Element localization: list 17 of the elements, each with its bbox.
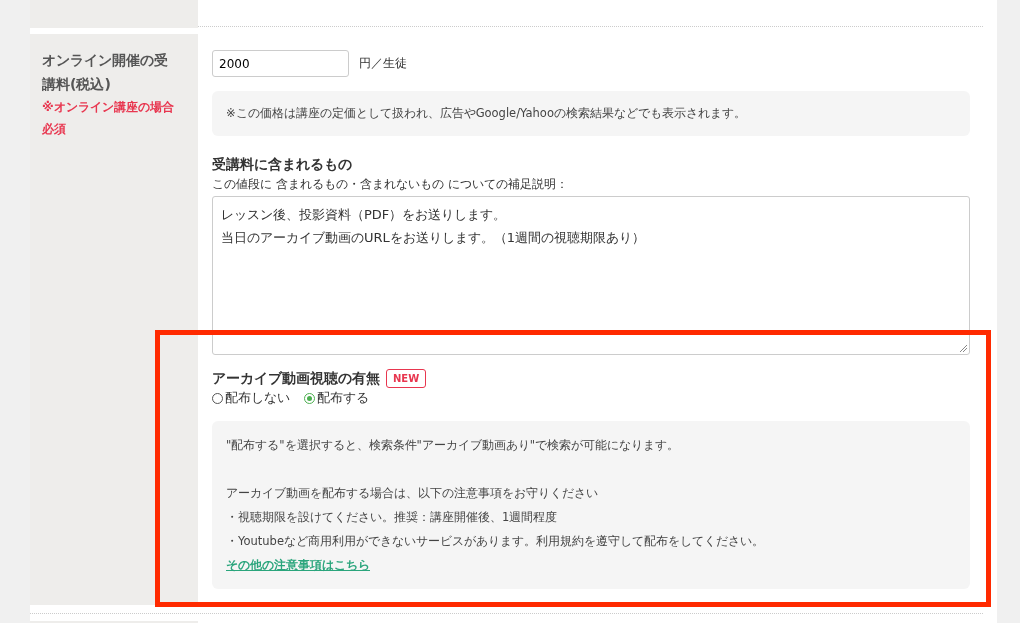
price-unit: 円／生徒 bbox=[359, 55, 407, 72]
info-text: "配布する"を選択すると、検索条件"アーカイブ動画あり"で検索が可能になります。 bbox=[226, 437, 681, 454]
radio-option[interactable]: 配布しない bbox=[212, 390, 290, 407]
included-description: この値段に 含まれるもの・含まれないもの についての補足説明： bbox=[212, 176, 569, 193]
info-text: ・Youtubeなど商用利用ができないサービスがあります。利用規約を遵守して配布をしてください。 bbox=[226, 533, 765, 550]
info-text: ・視聴期限を設けてください。推奨：講座開催後、1週間程度 bbox=[226, 509, 559, 526]
info-text: アーカイブ動画を配布する場合は、以下の注意事項をお守りください bbox=[226, 485, 599, 502]
new-badge: NEW bbox=[386, 369, 427, 388]
archive-heading: アーカイブ動画視聴の有無 bbox=[212, 369, 380, 388]
included-heading: 受講料に含まれるもの bbox=[212, 156, 353, 174]
required-note: ※オンライン講座の場合必須 bbox=[42, 99, 175, 138]
included-textarea[interactable]: レッスン後、投影資料（PDF）をお送りします。 当日のアーカイブ動画のURLをお送りします。（1週間の視聴期限あり） bbox=[212, 196, 970, 355]
resize-grip-icon[interactable] bbox=[959, 344, 967, 352]
radio-option[interactable]: 配布する bbox=[304, 390, 369, 407]
price-note: ※この価格は講座の定価として扱われ、広告やGoogle/Yahooの検索結果などでも表示されます。 bbox=[212, 91, 970, 136]
field-label: オンライン開催の受講料(税込) bbox=[42, 51, 169, 94]
price-input[interactable]: 2000 bbox=[212, 50, 349, 77]
